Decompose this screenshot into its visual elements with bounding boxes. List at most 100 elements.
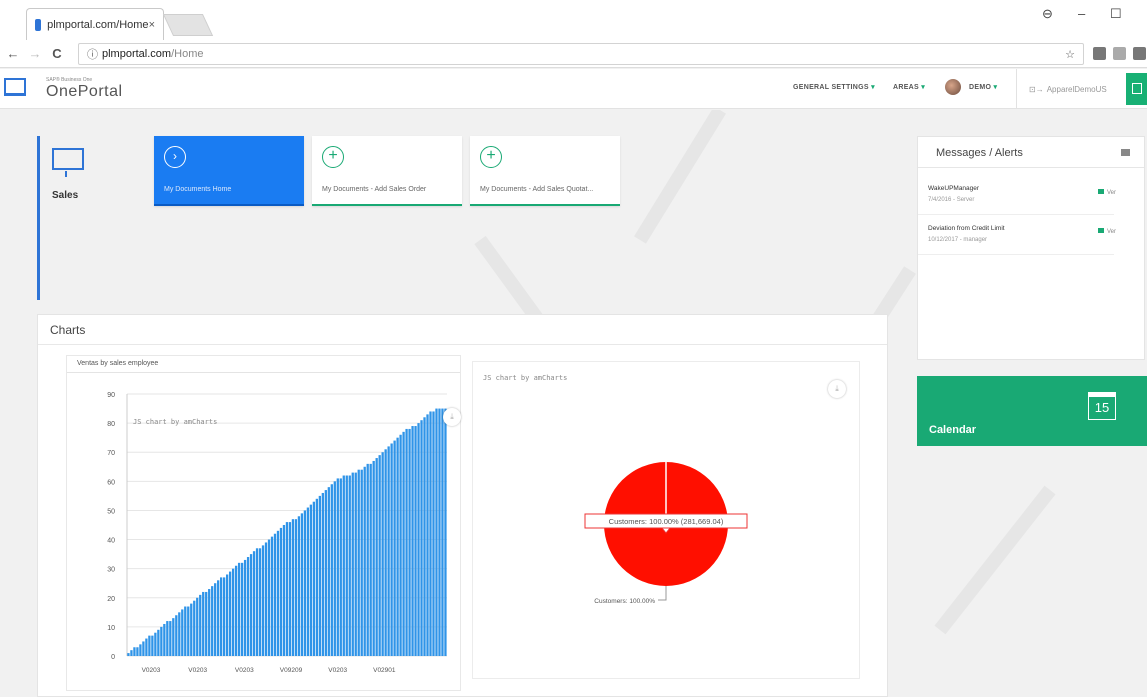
bar[interactable]	[261, 545, 265, 656]
menu-user[interactable]: DEMO ▾	[969, 83, 997, 91]
reload-icon[interactable]: C	[48, 46, 66, 61]
bar[interactable]	[187, 606, 190, 656]
bar[interactable]	[378, 455, 381, 656]
bar[interactable]	[363, 466, 366, 656]
bar[interactable]	[252, 551, 256, 656]
bar[interactable]	[205, 591, 208, 656]
tab-close-icon[interactable]: ×	[149, 19, 155, 31]
bar[interactable]	[151, 635, 154, 656]
bar[interactable]	[348, 475, 351, 656]
bar[interactable]	[309, 504, 313, 656]
bar[interactable]	[441, 408, 444, 656]
bar[interactable]	[345, 475, 348, 656]
forward-icon[interactable]: →	[26, 46, 44, 61]
bar[interactable]	[133, 647, 136, 656]
bar[interactable]	[405, 428, 408, 656]
bookmark-star-icon[interactable]: ☆	[1065, 48, 1075, 61]
bar[interactable]	[375, 458, 378, 656]
calendar-tile[interactable]: Calendar 15	[917, 376, 1147, 446]
bar[interactable]	[240, 562, 244, 656]
bar[interactable]	[273, 533, 277, 656]
bar[interactable]	[279, 527, 283, 656]
chart-credit[interactable]: JS chart by amCharts	[133, 418, 217, 426]
bar[interactable]	[214, 583, 217, 656]
bar[interactable]	[297, 516, 301, 656]
bar[interactable]	[408, 428, 411, 656]
bar[interactable]	[148, 635, 151, 656]
bar[interactable]	[315, 498, 319, 656]
bar[interactable]	[160, 626, 163, 656]
bar[interactable]	[142, 641, 145, 656]
bar[interactable]	[429, 411, 432, 656]
bar[interactable]	[145, 638, 148, 656]
bar[interactable]	[157, 629, 160, 656]
bar[interactable]	[372, 460, 375, 656]
bar[interactable]	[202, 591, 205, 656]
maximize-icon[interactable]: ☐	[1110, 6, 1122, 22]
bar[interactable]	[288, 522, 292, 656]
bar[interactable]	[303, 510, 307, 656]
bar[interactable]	[399, 434, 402, 656]
bar[interactable]	[387, 446, 390, 656]
bar[interactable]	[231, 568, 235, 656]
bar[interactable]	[327, 487, 330, 656]
bar[interactable]	[163, 623, 166, 656]
browser-tab[interactable]: plmportal.com/Home ×	[26, 8, 164, 40]
tile-add-sales-quotation[interactable]: + My Documents - Add Sales Quotat...	[470, 136, 620, 206]
bar[interactable]	[225, 574, 229, 656]
company-switcher[interactable]: ⊡→ ApparelDemoUS	[1016, 69, 1124, 109]
extension-icon-3[interactable]	[1133, 47, 1146, 60]
bar[interactable]	[181, 609, 184, 656]
bar[interactable]	[196, 597, 199, 656]
bar[interactable]	[360, 469, 363, 656]
bar[interactable]	[285, 522, 289, 656]
bar[interactable]	[282, 525, 286, 656]
bar[interactable]	[426, 414, 429, 656]
bar[interactable]	[438, 408, 441, 656]
tile-add-sales-order[interactable]: + My Documents - Add Sales Order	[312, 136, 462, 206]
profile-icon[interactable]: ⊖	[1042, 6, 1053, 22]
bar[interactable]	[175, 615, 178, 656]
bar[interactable]	[390, 443, 393, 656]
bar[interactable]	[339, 478, 342, 656]
menu-areas[interactable]: AREAS ▾	[893, 83, 925, 91]
bar[interactable]	[342, 475, 345, 656]
back-icon[interactable]: ←	[4, 46, 22, 61]
bar[interactable]	[169, 621, 172, 656]
bar[interactable]	[190, 603, 193, 656]
bar[interactable]	[420, 420, 423, 656]
bar[interactable]	[291, 519, 295, 656]
bar[interactable]	[130, 650, 133, 656]
bar[interactable]	[234, 565, 238, 656]
bar[interactable]	[333, 481, 336, 656]
bar[interactable]	[294, 519, 298, 656]
list-item[interactable]: WakeUPManager 7/4/2016 - Server	[918, 177, 1114, 215]
bar[interactable]	[330, 484, 333, 656]
bar[interactable]	[258, 548, 262, 656]
bar[interactable]	[136, 647, 139, 656]
bar[interactable]	[193, 600, 196, 656]
bar[interactable]	[154, 632, 157, 656]
bar[interactable]	[366, 463, 369, 656]
extension-icon-2[interactable]	[1113, 47, 1126, 60]
logo-text[interactable]: OnePortal	[46, 83, 123, 101]
bar[interactable]	[402, 431, 405, 656]
bar[interactable]	[208, 589, 211, 656]
bar[interactable]	[139, 644, 142, 656]
bar[interactable]	[381, 452, 384, 656]
bar[interactable]	[336, 478, 339, 656]
bar[interactable]	[411, 426, 414, 656]
bar[interactable]	[417, 423, 420, 656]
bar[interactable]	[357, 469, 360, 656]
bar[interactable]	[396, 437, 399, 656]
bar[interactable]	[318, 495, 321, 656]
bar[interactable]	[249, 554, 253, 656]
site-info-icon[interactable]: ⓘ	[87, 46, 98, 62]
avatar[interactable]	[945, 79, 961, 95]
message-icon[interactable]	[1121, 149, 1130, 156]
tile-my-documents-home[interactable]: › My Documents Home	[154, 136, 304, 206]
bar[interactable]	[211, 586, 214, 656]
bar[interactable]	[432, 411, 435, 656]
bar[interactable]	[223, 577, 226, 656]
bar[interactable]	[393, 440, 396, 656]
